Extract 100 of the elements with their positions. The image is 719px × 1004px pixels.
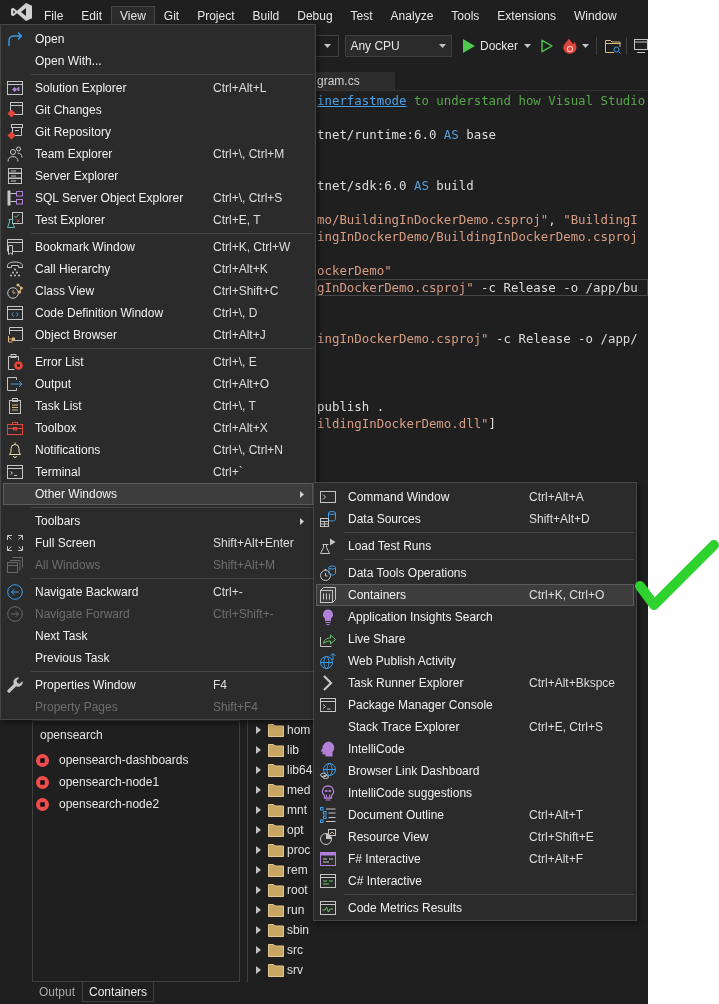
expand-arrow-icon[interactable] — [256, 926, 261, 934]
menu-item[interactable]: F# Interactive Ctrl+Alt+F — [316, 848, 634, 870]
menu-item[interactable]: Command Window Ctrl+Alt+A — [316, 486, 634, 508]
panel-tab[interactable]: Output — [32, 982, 83, 1002]
menu-item[interactable]: Toolbox Ctrl+Alt+X — [3, 417, 313, 439]
folder-item[interactable]: hom — [248, 720, 311, 740]
folder-item[interactable]: srv — [248, 960, 303, 980]
menu-item[interactable]: Next Task — [3, 625, 313, 647]
container-item[interactable]: opensearch-dashboards — [33, 749, 239, 771]
expand-arrow-icon[interactable] — [256, 886, 261, 894]
menu-item[interactable]: Test Explorer Ctrl+E, T — [3, 209, 313, 231]
menu-item[interactable]: Data Tools Operations — [316, 562, 634, 584]
database-table-icon — [320, 511, 336, 527]
expand-arrow-icon[interactable] — [256, 726, 261, 734]
menu-item[interactable]: Open — [3, 28, 313, 50]
menu-item[interactable]: Class View Ctrl+Shift+C — [3, 280, 313, 302]
folder-item[interactable]: opt — [248, 820, 304, 840]
menu-bar-item[interactable]: Extensions — [488, 6, 566, 24]
expand-arrow-icon[interactable] — [256, 826, 261, 834]
menu-item[interactable]: Resource View Ctrl+Shift+E — [316, 826, 634, 848]
menu-item[interactable]: Notifications Ctrl+\, Ctrl+N — [3, 439, 313, 461]
flame-icon[interactable] — [562, 37, 578, 55]
folder-item[interactable]: run — [248, 900, 305, 920]
menu-item[interactable]: Code Definition Window Ctrl+\, D — [3, 302, 313, 324]
menu-item[interactable]: Object Browser Ctrl+Alt+J — [3, 324, 313, 346]
menu-item[interactable]: Full Screen Shift+Alt+Enter — [3, 532, 313, 554]
expand-arrow-icon[interactable] — [256, 786, 261, 794]
menu-item[interactable]: Browser Link Dashboard — [316, 760, 634, 782]
menu-item[interactable]: Previous Task — [3, 647, 313, 669]
menu-item[interactable]: Other Windows — [3, 483, 313, 505]
folder-item[interactable]: root — [248, 880, 308, 900]
menu-item[interactable]: Task List Ctrl+\, T — [3, 395, 313, 417]
folder-item[interactable]: rem — [248, 860, 308, 880]
menu-item[interactable]: Properties Window F4 — [3, 674, 313, 696]
expand-arrow-icon[interactable] — [256, 766, 261, 774]
menu-bar-item[interactable]: File — [35, 6, 73, 24]
menu-item[interactable]: Toolbars — [3, 510, 313, 532]
menu-item[interactable]: Package Manager Console — [316, 694, 634, 716]
menu-bar-item[interactable]: Git — [154, 6, 189, 24]
folder-item[interactable]: lib — [248, 740, 299, 760]
menu-item[interactable]: Data Sources Shift+Alt+D — [316, 508, 634, 530]
menu-item[interactable]: Terminal Ctrl+` — [3, 461, 313, 483]
menu-item[interactable]: Server Explorer — [3, 165, 313, 187]
menu-item[interactable]: Git Changes — [3, 99, 313, 121]
menu-item[interactable]: Code Metrics Results — [316, 897, 634, 919]
expand-arrow-icon[interactable] — [256, 806, 261, 814]
menu-item[interactable]: Document Outline Ctrl+Alt+T — [316, 804, 634, 826]
menu-item[interactable]: Navigate Backward Ctrl+- — [3, 581, 313, 603]
monitor-icon[interactable] — [634, 39, 648, 53]
play-outline-icon[interactable] — [541, 39, 553, 53]
folder-item[interactable]: sbin — [248, 920, 309, 940]
menu-bar-item[interactable]: Window — [565, 6, 626, 24]
panel-tab[interactable]: Containers — [82, 982, 155, 1002]
menu-bar-item[interactable]: Build — [243, 6, 289, 24]
menu-item[interactable]: IntelliCode suggestions — [316, 782, 634, 804]
menu-bar-item[interactable]: Debug — [288, 6, 342, 24]
folder-item[interactable]: lib64 — [248, 760, 313, 780]
menu-item[interactable]: C# Interactive — [316, 870, 634, 892]
link[interactable]: inerfastmode — [317, 93, 407, 108]
menu-item[interactable]: Task Runner Explorer Ctrl+Alt+Bkspce — [316, 672, 634, 694]
folder-item[interactable]: mnt — [248, 800, 307, 820]
expand-arrow-icon[interactable] — [256, 866, 261, 874]
diamond-window-icon — [7, 102, 23, 118]
container-item[interactable]: opensearch-node2 — [33, 793, 239, 815]
expand-arrow-icon[interactable] — [256, 906, 261, 914]
container-item[interactable]: opensearch-node1 — [33, 771, 239, 793]
menu-item[interactable]: Stack Trace Explorer Ctrl+E, Ctrl+S — [316, 716, 634, 738]
menu-item[interactable]: Bookmark Window Ctrl+K, Ctrl+W — [3, 236, 313, 258]
menu-item[interactable]: Open With... — [3, 50, 313, 72]
menu-bar-item[interactable]: Tools — [442, 6, 489, 24]
folder-search-icon[interactable] — [605, 38, 621, 54]
menu-item[interactable]: Team Explorer Ctrl+\, Ctrl+M — [3, 143, 313, 165]
menu-item[interactable]: Output Ctrl+Alt+O — [3, 373, 313, 395]
menu-item[interactable]: Application Insights Search — [316, 606, 634, 628]
menu-bar-item[interactable]: View — [111, 6, 155, 24]
menu-item[interactable]: Live Share — [316, 628, 634, 650]
expand-arrow-icon[interactable] — [256, 946, 261, 954]
menu-item[interactable]: Git Repository — [3, 121, 313, 143]
start-button[interactable]: Docker — [459, 35, 533, 57]
menu-item[interactable]: SQL Server Object Explorer Ctrl+\, Ctrl+S — [3, 187, 313, 209]
expand-arrow-icon[interactable] — [256, 746, 261, 754]
menu-bar-item[interactable]: Analyze — [381, 6, 443, 24]
checkmark-icon — [634, 539, 719, 611]
folder-item[interactable]: proc — [248, 840, 311, 860]
menu-bar-item[interactable]: Test — [341, 6, 382, 24]
folder-item[interactable]: med — [248, 780, 311, 800]
document-tab[interactable]: gram.cs — [316, 72, 395, 90]
menu-item[interactable]: IntelliCode — [316, 738, 634, 760]
menu-item[interactable]: Error List Ctrl+\, E — [3, 351, 313, 373]
menu-item[interactable]: Call Hierarchy Ctrl+Alt+K — [3, 258, 313, 280]
menu-item[interactable]: Solution Explorer Ctrl+Alt+L — [3, 77, 313, 99]
expand-arrow-icon[interactable] — [256, 846, 261, 854]
menu-item[interactable]: Web Publish Activity — [316, 650, 634, 672]
menu-item[interactable]: Containers Ctrl+K, Ctrl+O — [316, 584, 634, 606]
menu-bar-item[interactable]: Edit — [72, 6, 112, 24]
folder-item[interactable]: src — [248, 940, 303, 960]
menu-bar-item[interactable]: Project — [188, 6, 244, 24]
expand-arrow-icon[interactable] — [256, 966, 261, 974]
menu-item[interactable]: Load Test Runs — [316, 535, 634, 557]
platform-dropdown[interactable]: Any CPU — [345, 35, 452, 57]
